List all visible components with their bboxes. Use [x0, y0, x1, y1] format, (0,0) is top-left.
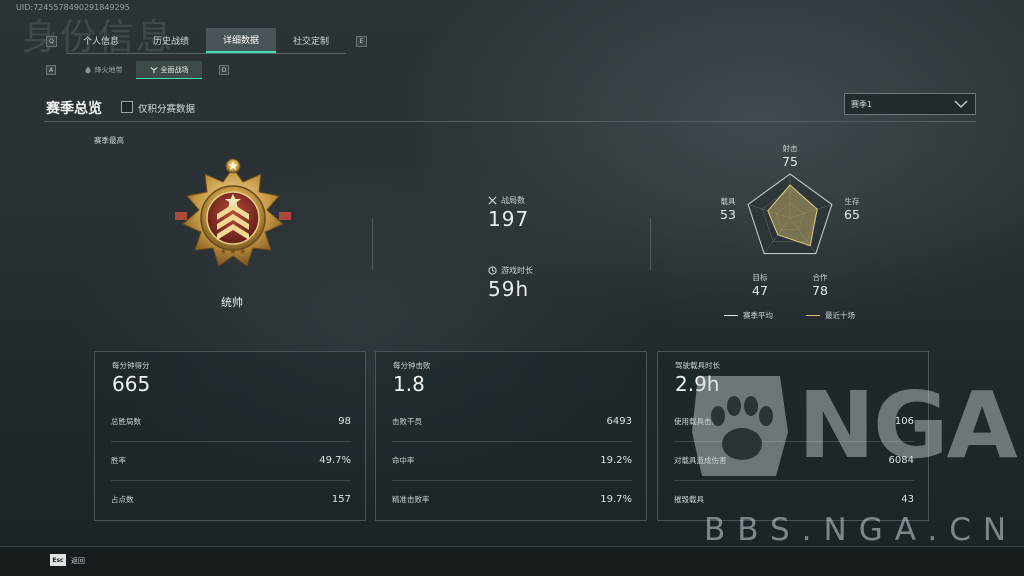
- divider-right: [650, 218, 651, 270]
- row-value: 6493: [606, 415, 632, 427]
- rank-medal-icon: ★ ★ ★: [175, 158, 291, 267]
- radar-value-shooting: 75: [782, 154, 798, 169]
- row-label: 精准击败率: [392, 495, 430, 504]
- playtime-label: 游戏时长: [501, 266, 533, 275]
- row-label: 胜率: [111, 456, 126, 465]
- row-label: 摧毁载具: [674, 495, 704, 504]
- tab-detailed-data[interactable]: 详细数据: [206, 28, 276, 53]
- radar-chart: [747, 173, 833, 255]
- card-row: 命中率 19.2%: [392, 441, 632, 479]
- tab-personal-info[interactable]: 个人信息: [66, 28, 136, 53]
- row-value: 43: [901, 494, 914, 505]
- ranked-only-checkbox[interactable]: [121, 101, 133, 113]
- row-label: 占点数: [111, 495, 134, 504]
- tab-next-key[interactable]: E: [356, 36, 367, 47]
- row-value: 98: [338, 415, 351, 427]
- playtime-label-row: 游戏时长: [488, 265, 533, 276]
- main-tabs: 个人信息 历史战绩 详细数据 社交定制: [66, 28, 346, 54]
- crossed-swords-icon: [488, 196, 497, 205]
- esc-key[interactable]: Esc: [50, 554, 66, 566]
- matches-label: 战局数: [501, 196, 525, 205]
- card-score: 每分钟得分 665 总胜局数 98 胜率 49.7% 占点数 157: [94, 351, 366, 521]
- radar-value-survival: 65: [844, 207, 860, 222]
- row-value: 157: [331, 494, 351, 505]
- card-row: 占点数 157: [111, 480, 351, 518]
- card-score-value: 665: [112, 372, 151, 396]
- watermark-logo-text: NGA: [798, 372, 1018, 479]
- matches-value: 197: [488, 207, 530, 231]
- radar-value-objective: 47: [752, 283, 768, 298]
- card-row: 精准击败率 19.7%: [392, 480, 632, 518]
- season-best-label: 赛季最高: [94, 136, 124, 145]
- radar-label-vehicle: 载具: [720, 197, 736, 206]
- card-kills-label: 每分钟击败: [393, 361, 431, 370]
- tab-social-custom[interactable]: 社交定制: [276, 28, 346, 53]
- playtime-value: 59h: [488, 277, 530, 301]
- mode-subtabs: 烽火地带 全面战场: [70, 61, 202, 79]
- svg-text:★ ★ ★: ★ ★ ★: [220, 247, 247, 256]
- watermark-url: BBS.NGA.CN: [704, 512, 1019, 548]
- radar-label-shooting: 射击: [782, 144, 798, 153]
- legend-avg-swatch: [724, 315, 738, 316]
- radar-axis-objective: 目标 47: [745, 272, 775, 298]
- row-label: 击败干员: [392, 416, 422, 426]
- card-kills-value: 1.8: [393, 372, 425, 396]
- tab-prev-key[interactable]: Q: [46, 36, 57, 47]
- flame-icon: [84, 66, 91, 74]
- radar-axis-survival: 生存 65: [837, 196, 867, 222]
- row-label: 命中率: [392, 456, 415, 465]
- radar-value-teamwork: 78: [812, 283, 828, 298]
- radar-label-teamwork: 合作: [812, 273, 828, 282]
- matches-label-row: 战局数: [488, 195, 525, 206]
- subtab-prev-key[interactable]: A: [46, 65, 56, 75]
- card-score-label: 每分钟得分: [112, 361, 150, 370]
- row-value: 19.7%: [600, 494, 632, 505]
- subtab-next-key[interactable]: D: [219, 65, 229, 75]
- card-row: 胜率 49.7%: [111, 441, 351, 479]
- chevron-down-icon: [954, 100, 968, 108]
- subtab-hazard-ops-label: 烽火地带: [94, 66, 123, 74]
- clock-icon: [488, 266, 497, 275]
- subtab-hazard-ops[interactable]: 烽火地带: [70, 61, 136, 79]
- back-label[interactable]: 返回: [71, 556, 85, 566]
- subtab-battlefield[interactable]: 全面战场: [136, 61, 202, 79]
- card-kills: 每分钟击败 1.8 击败干员 6493 命中率 19.2% 精准击败率 19.7%: [375, 351, 647, 521]
- rank-name: 统帅: [221, 296, 243, 309]
- ranked-only-label: 仅积分赛数据: [138, 104, 196, 115]
- season-select[interactable]: 赛季1: [844, 93, 976, 115]
- card-row: 击败干员 6493: [392, 402, 632, 440]
- header-divider: [44, 121, 976, 122]
- battlefield-icon: [149, 66, 158, 73]
- radar-axis-teamwork: 合作 78: [805, 272, 835, 298]
- bottom-bar: [0, 546, 1024, 576]
- legend-recent-label: 最近十场: [825, 311, 855, 320]
- row-value: 19.2%: [600, 455, 632, 466]
- section-title: 赛季总览: [46, 101, 102, 117]
- radar-value-vehicle: 53: [720, 207, 736, 222]
- legend-season-average: 赛季平均: [724, 310, 773, 321]
- radar-axis-shooting: 射击 75: [775, 143, 805, 169]
- legend-avg-label: 赛季平均: [743, 311, 773, 320]
- radar-label-objective: 目标: [752, 273, 768, 282]
- row-label: 总胜局数: [111, 416, 141, 426]
- legend-recent-swatch: [806, 315, 820, 316]
- legend-last-ten: 最近十场: [806, 310, 855, 321]
- season-select-value: 赛季1: [851, 99, 873, 109]
- card-row: 总胜局数 98: [111, 402, 351, 440]
- radar-label-survival: 生存: [844, 197, 860, 206]
- card-vehicle-label: 驾驶载具时长: [675, 361, 720, 370]
- subtab-battlefield-label: 全面战场: [160, 65, 189, 74]
- radar-axis-vehicle: 载具 53: [713, 196, 743, 222]
- divider-left: [372, 218, 373, 270]
- row-value: 49.7%: [319, 455, 351, 466]
- paw-logo-icon: [692, 376, 788, 476]
- tab-match-history[interactable]: 历史战绩: [136, 28, 206, 53]
